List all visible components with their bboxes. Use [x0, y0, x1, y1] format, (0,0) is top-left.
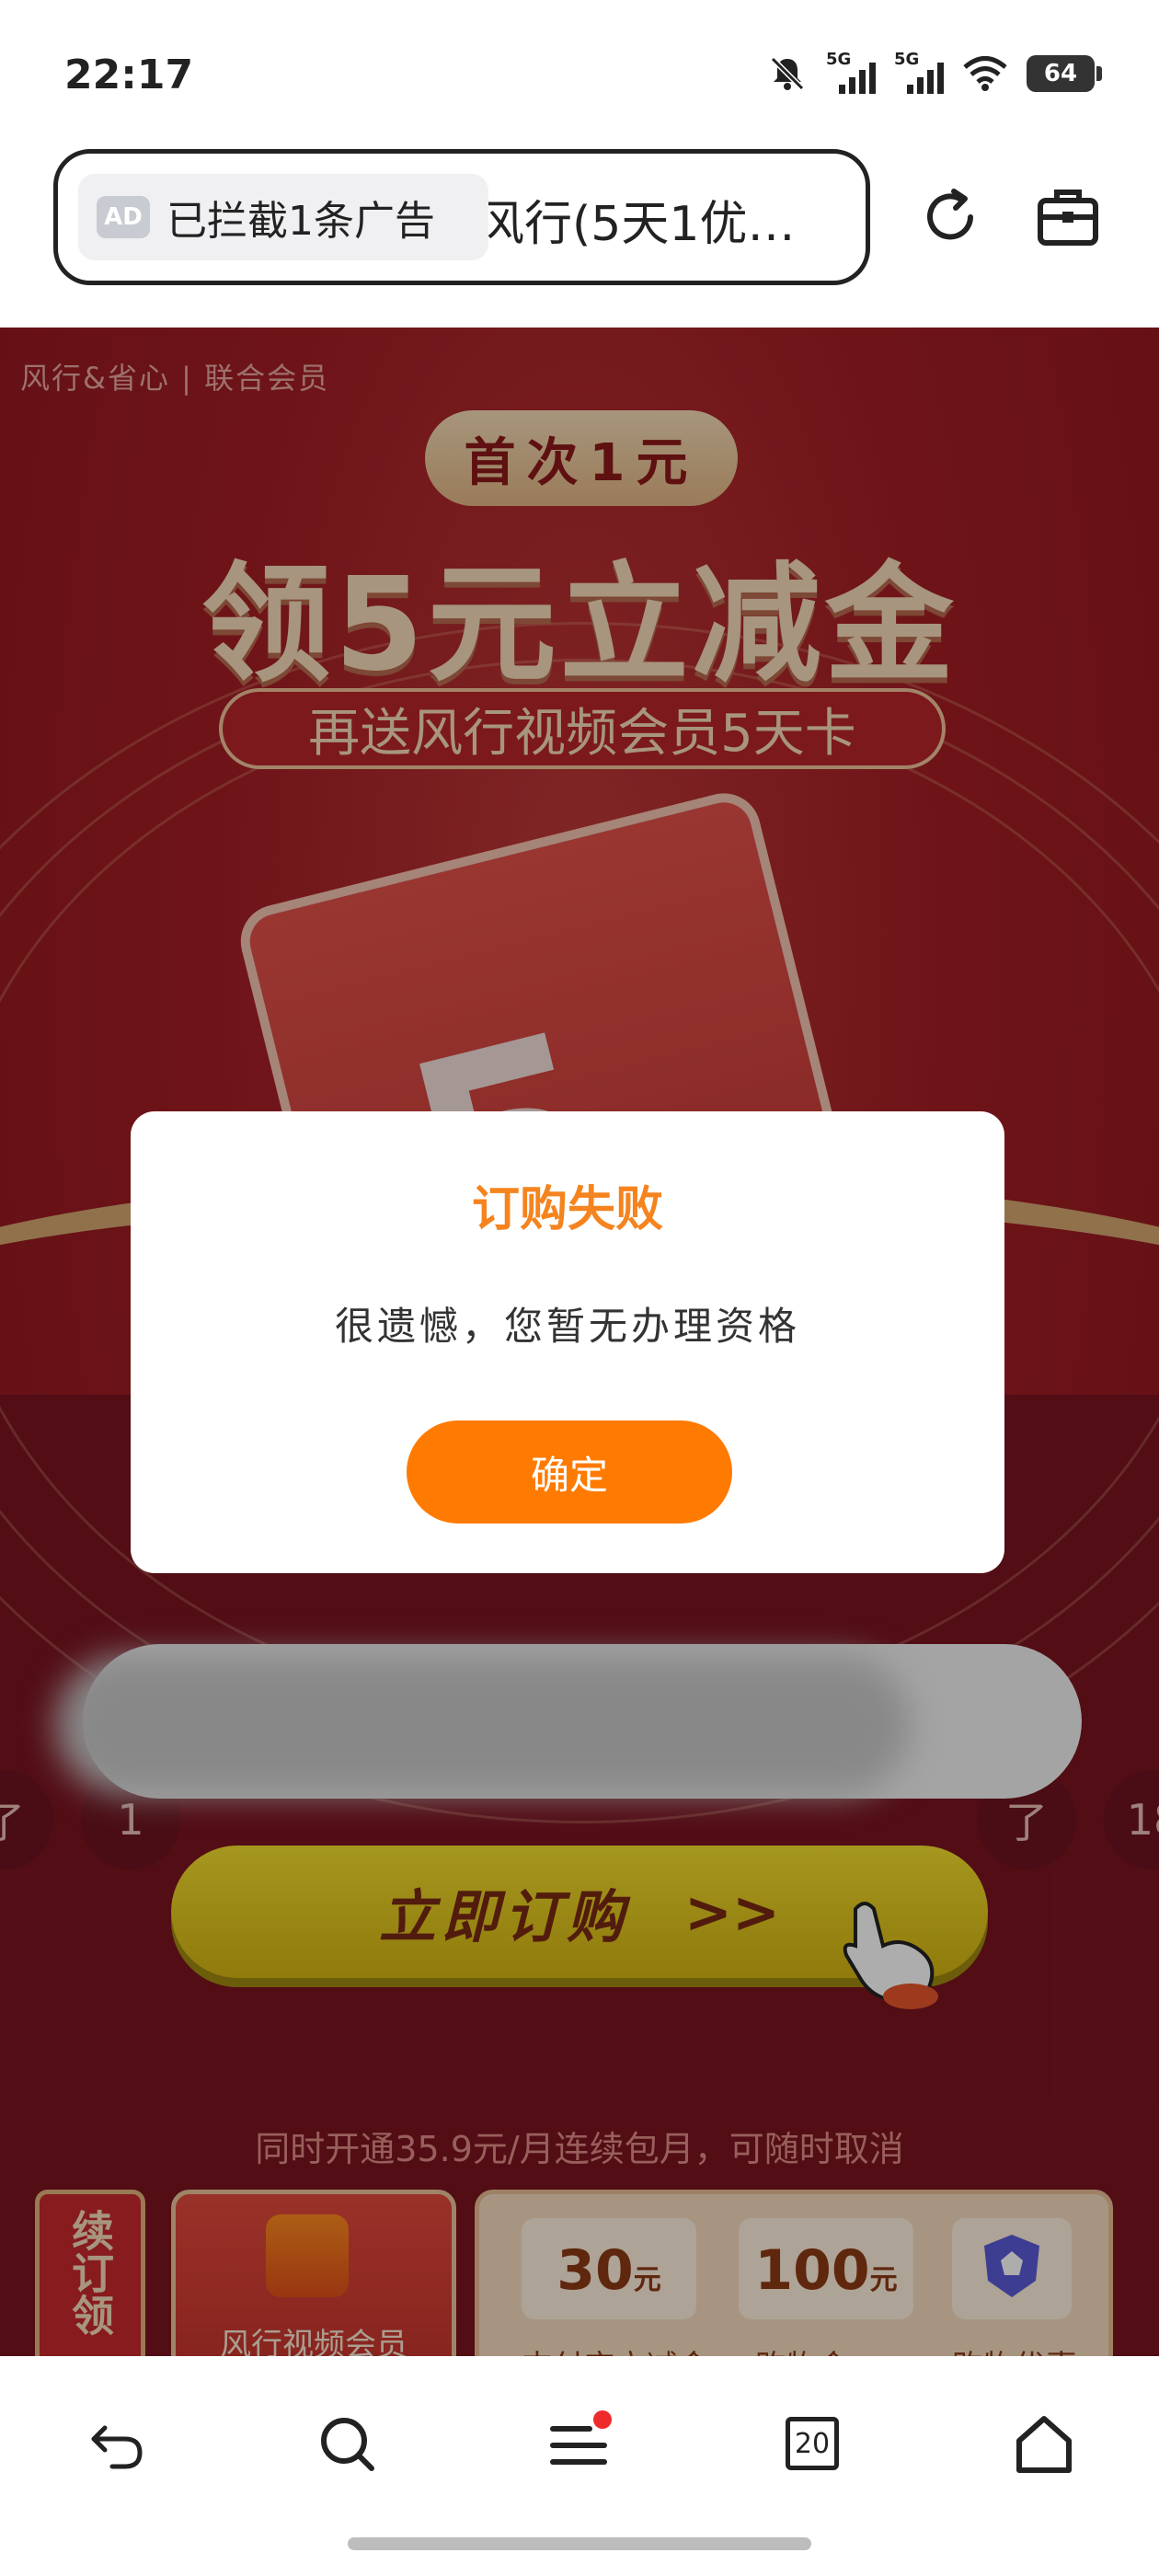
confirm-button[interactable]: 确定 — [407, 1420, 732, 1524]
tabs-icon: 20 — [786, 2417, 839, 2470]
ad-blocked-chip[interactable]: AD 已拦截1条广告 — [78, 174, 488, 260]
search-icon — [321, 2418, 374, 2471]
dialog-title: 订购失败 — [471, 1182, 663, 1237]
dialog-message: 很遗憾，您暂无办理资格 — [334, 1304, 800, 1349]
home-button[interactable] — [1003, 2402, 1085, 2485]
tabs-button[interactable]: 20 — [771, 2402, 854, 2485]
toolbox-button[interactable] — [1035, 184, 1101, 250]
back-icon — [91, 2425, 143, 2469]
menu-button[interactable] — [537, 2402, 620, 2485]
signal-icon: 5G — [894, 50, 944, 94]
clock: 22:17 — [64, 52, 194, 98]
bell-muted-icon — [770, 56, 805, 91]
refresh-icon — [927, 189, 973, 240]
search-button[interactable] — [305, 2402, 388, 2485]
status-bar: 22:17 5G 5G 64 — [0, 0, 1159, 147]
ad-badge: AD — [97, 196, 150, 238]
home-icon — [1016, 2416, 1072, 2473]
address-bar[interactable]: 风行(5天1优… AD 已拦截1条广告 — [53, 149, 870, 285]
home-indicator[interactable] — [348, 2537, 811, 2550]
status-icons: 5G 5G 64 — [767, 50, 1102, 94]
order-failed-dialog: 订购失败 很遗憾，您暂无办理资格 确定 — [131, 1111, 1004, 1573]
battery-icon: 64 — [1027, 55, 1102, 92]
page-title: 风行(5天1优… — [476, 197, 796, 252]
wifi-icon — [963, 56, 1007, 91]
menu-icon — [550, 2410, 612, 2465]
signal-icon: 5G — [826, 50, 876, 94]
tab-count: 20 — [794, 2427, 831, 2460]
toolbox-icon — [1038, 190, 1098, 246]
back-button[interactable] — [75, 2402, 158, 2485]
ad-blocked-text: 已拦截1条广告 — [166, 198, 435, 245]
refresh-button[interactable] — [917, 184, 983, 250]
